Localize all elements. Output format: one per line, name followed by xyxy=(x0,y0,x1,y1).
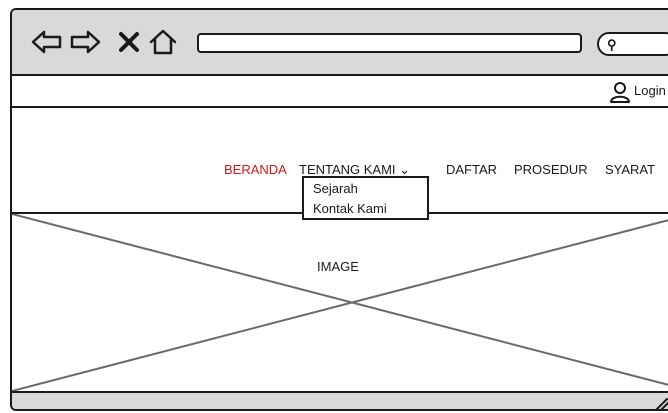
login-link[interactable]: Login xyxy=(634,83,666,98)
resize-handle-icon[interactable] xyxy=(654,397,668,409)
search-button[interactable]: ⚲ xyxy=(597,32,668,56)
dropdown-item-kontak-kami[interactable]: Kontak Kami xyxy=(313,201,387,216)
browser-toolbar: ⚲ xyxy=(12,10,668,76)
user-icon[interactable] xyxy=(609,81,631,108)
forward-arrow-icon[interactable] xyxy=(68,28,102,61)
status-bar xyxy=(12,391,668,409)
browser-window: ⚲ Login BERANDA TENTANG KAMI ⌄ DAFTAR PR… xyxy=(10,8,668,411)
close-icon[interactable] xyxy=(118,31,140,58)
nav-item-syarat[interactable]: SYARAT xyxy=(605,162,655,177)
search-icon: ⚲ xyxy=(607,37,617,52)
tentang-kami-dropdown: Sejarah Kontak Kami xyxy=(302,176,429,220)
home-icon[interactable] xyxy=(148,28,178,61)
image-placeholder-cross xyxy=(12,214,668,391)
nav-item-prosedur[interactable]: PROSEDUR xyxy=(514,162,588,177)
nav-item-daftar[interactable]: DAFTAR xyxy=(446,162,497,177)
back-arrow-icon[interactable] xyxy=(30,28,64,61)
url-input[interactable] xyxy=(197,33,582,53)
nav-item-beranda[interactable]: BERANDA xyxy=(224,162,287,177)
hero-image-placeholder: IMAGE xyxy=(12,212,668,391)
dropdown-item-sejarah[interactable]: Sejarah xyxy=(313,181,358,196)
image-label: IMAGE xyxy=(317,259,359,274)
login-bar: Login xyxy=(12,76,668,108)
